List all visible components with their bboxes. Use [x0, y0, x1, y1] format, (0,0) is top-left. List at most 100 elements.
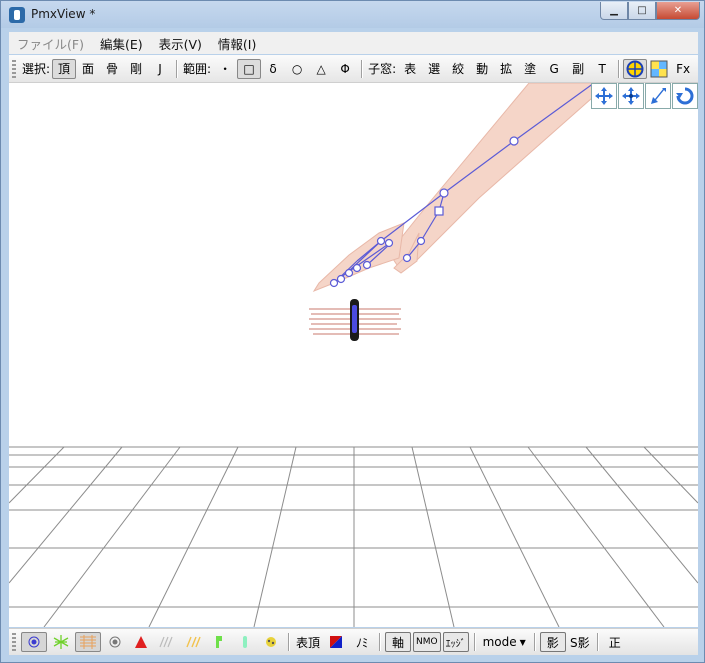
bone-dot-icon	[109, 636, 121, 648]
toolbar-separator	[176, 59, 178, 78]
range-triangle-button[interactable]: △	[309, 59, 333, 79]
child-filter-button[interactable]: 絞	[446, 59, 470, 79]
target-icon	[626, 60, 644, 77]
menu-file[interactable]: ファイル(F)	[9, 34, 92, 53]
wireframe-icon	[80, 635, 96, 649]
menu-edit[interactable]: 編集(E)	[92, 34, 151, 53]
pmxview-window: PmxView * ▁ □ ✕ ファイル(F) 編集(E) 表示(V) 情報(I…	[0, 0, 705, 663]
toolbar-separator	[361, 59, 363, 78]
select-bone-button[interactable]: 骨	[100, 59, 124, 79]
minimize-icon: ▁	[610, 5, 618, 16]
move-xy-tool[interactable]	[591, 83, 617, 109]
range-point-button[interactable]: ・	[213, 59, 237, 79]
select-face-button[interactable]: 面	[76, 59, 100, 79]
vertex-table-button[interactable]: 表頂	[294, 632, 322, 652]
color-toggle-button[interactable]	[324, 632, 348, 652]
close-button[interactable]: ✕	[656, 2, 700, 20]
edge-button[interactable]: ｴｯｼﾞ	[442, 632, 469, 652]
weight-lines-icon	[159, 636, 173, 648]
menu-view[interactable]: 表示(V)	[151, 34, 210, 53]
select-vertex-button[interactable]: 頂	[52, 58, 77, 79]
vertex-dot-icon	[28, 636, 40, 648]
morph-icon	[186, 636, 201, 648]
menu-bar: ファイル(F) 編集(E) 表示(V) 情報(I)	[9, 32, 698, 54]
scene	[9, 83, 698, 627]
select-label: 選択:	[22, 62, 51, 76]
range-circle-button[interactable]: ○	[285, 59, 309, 79]
show-softbody-button[interactable]	[259, 632, 283, 652]
bottom-separator	[596, 633, 598, 651]
close-icon: ✕	[673, 5, 683, 16]
grid-color-icon	[650, 60, 668, 77]
move-z-icon	[651, 88, 666, 104]
bottom-separator	[379, 633, 381, 651]
minimize-button[interactable]: ▁	[600, 2, 628, 20]
child-select-button[interactable]: 選	[422, 59, 446, 79]
rotate-icon	[676, 87, 694, 105]
fx-button[interactable]: Fx	[671, 59, 695, 79]
range-phi-button[interactable]: Φ	[333, 59, 357, 79]
range-label: 範囲:	[183, 62, 212, 76]
color-swatch-icon	[330, 636, 343, 648]
bottom-separator	[288, 633, 289, 651]
maximize-icon: □	[637, 5, 647, 16]
child-window-label: 子窓:	[368, 62, 397, 76]
child-t-button[interactable]: T	[590, 59, 614, 79]
range-delta-button[interactable]: δ	[261, 59, 285, 79]
child-move-button[interactable]: 動	[470, 59, 494, 79]
front-view-button[interactable]: 正	[603, 632, 627, 652]
joint-icon	[243, 636, 247, 648]
bottom-toolbar-grip[interactable]	[12, 633, 16, 651]
toolbar-grip[interactable]	[12, 59, 16, 78]
main-toolbar: 選択: 頂 面 骨 剛 J 範囲: ・ □ δ ○ △ Φ 子窓: 表 選 絞 …	[9, 55, 698, 83]
show-triangle-button[interactable]	[129, 632, 153, 652]
select-rigidbody-button[interactable]: 剛	[124, 59, 148, 79]
rotate-tool[interactable]	[672, 83, 698, 109]
window-controls: ▁ □ ✕	[600, 2, 700, 20]
3d-viewport[interactable]	[9, 83, 698, 627]
move-xyz-icon	[622, 87, 640, 105]
child-scale-button[interactable]: 拡	[494, 59, 518, 79]
title-bar[interactable]: PmxView * ▁ □ ✕	[1, 1, 704, 28]
child-table-button[interactable]: 表	[398, 59, 422, 79]
selfshadow-button[interactable]: S影	[568, 632, 592, 652]
bottom-separator	[533, 633, 535, 651]
move-xy-icon	[595, 87, 613, 105]
child-sub-button[interactable]: 副	[566, 59, 590, 79]
child-paint-button[interactable]: 塗	[518, 59, 542, 79]
rigidbody-icon	[216, 636, 222, 648]
target-button[interactable]	[623, 58, 648, 79]
bottom-toolbar: 表頂 ﾉﾐ 軸 NMO ｴｯｼﾞ mode ▼ 影 S影 正	[9, 628, 698, 655]
grid-color-button[interactable]	[647, 59, 671, 79]
axis-button[interactable]: 軸	[385, 632, 412, 652]
red-triangle-icon	[135, 636, 147, 648]
move-z-tool[interactable]	[645, 83, 671, 109]
viewport-tools	[591, 83, 698, 109]
softbody-icon	[266, 637, 276, 647]
select-joint-button[interactable]: J	[148, 59, 172, 79]
bottom-separator	[473, 633, 475, 651]
show-weight-button[interactable]	[155, 632, 179, 652]
child-g-button[interactable]: G	[542, 59, 566, 79]
show-morph-button[interactable]	[181, 632, 205, 652]
maximize-button[interactable]: □	[628, 2, 656, 20]
show-vertex-button[interactable]	[21, 632, 47, 652]
show-normals-button[interactable]	[49, 632, 73, 652]
window-title: PmxView *	[31, 7, 96, 21]
move-xyz-tool[interactable]	[618, 83, 644, 109]
show-bone-button[interactable]	[103, 632, 127, 652]
show-wireframe-button[interactable]	[75, 632, 101, 652]
toolbar-separator	[618, 59, 620, 78]
range-rect-button[interactable]: □	[237, 58, 262, 79]
nmo-button[interactable]: NMO	[413, 632, 441, 652]
floor-grid	[9, 446, 698, 627]
center-object	[309, 299, 401, 341]
app-icon	[9, 7, 25, 23]
show-rigidbody-button[interactable]	[207, 632, 231, 652]
nomi-button[interactable]: ﾉﾐ	[350, 632, 374, 652]
show-joint-button[interactable]	[233, 632, 257, 652]
shadow-button[interactable]: 影	[539, 632, 566, 652]
normals-icon	[53, 635, 69, 649]
menu-info[interactable]: 情報(I)	[210, 34, 264, 53]
mode-dropdown[interactable]: mode ▼	[479, 635, 530, 649]
